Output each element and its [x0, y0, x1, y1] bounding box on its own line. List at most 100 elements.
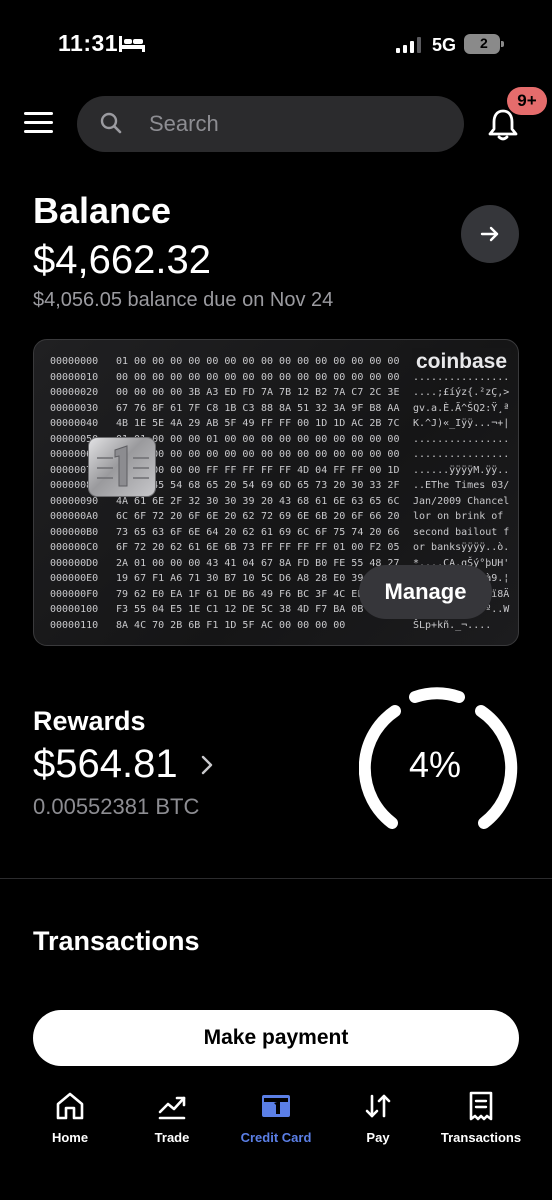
hex-bytes1: 19 67 F1 A6 71 30 B7 10: [116, 573, 255, 584]
transactions-icon: [469, 1091, 493, 1121]
hex-ascii: ................: [413, 449, 510, 460]
nav-item-home[interactable]: Home: [15, 1090, 125, 1145]
section-divider: [0, 878, 552, 879]
hex-bytes2: FF FF FF FF 01 00 F2 05: [261, 542, 400, 553]
balance-details-button[interactable]: [461, 205, 519, 263]
network-type: 5G: [432, 35, 457, 55]
hex-bytes2: FF FF 00 1D 1D AC 2B 7C: [261, 418, 400, 429]
status-time: 11:31: [58, 30, 119, 56]
hex-bytes1: 6F 72 20 62 61 6E 6B 73: [116, 542, 255, 553]
hex-bytes2: FF FF 4D 04 FF FF 00 1D: [261, 464, 400, 476]
nav-label-trade: Trade: [154, 1130, 190, 1145]
hex-bytes2: 61 69 6C 6F 75 74 20 66: [261, 526, 400, 538]
nav-item-trade[interactable]: Trade: [117, 1090, 227, 1145]
hex-bytes1: F3 55 04 E5 1E C1 12 DE: [116, 604, 255, 615]
hex-offset: 000000F0: [50, 588, 99, 600]
balance-due-text: $4,056.05 balance due on Nov 24: [33, 289, 334, 311]
hex-offset: 00000000: [50, 356, 99, 367]
hex-ascii: or banksÿÿÿÿ..ò.: [413, 542, 510, 553]
rewards-amount[interactable]: $564.81: [33, 742, 178, 787]
hex-row: 00000110 8A 4C 70 2B 6B F1 1D 5F AC 00 00 …: [50, 618, 509, 634]
hex-row: 000000C0 6F 72 20 62 61 6E 6B 73 FF FF FF …: [50, 540, 509, 556]
hex-ascii: gv.a.È.Ã^ŠQ2:Ÿ¸ª: [413, 402, 510, 414]
rewards-btc-amount: 0.00552381 BTC: [33, 794, 200, 819]
hex-bytes2: 20 43 68 61 6E 63 65 6C: [261, 495, 400, 507]
hex-row: 00000040 4B 1E 5E 4A 29 AB 5F 49 FF FF 00 …: [50, 416, 509, 432]
pay-icon: [365, 1094, 391, 1118]
hex-offset: 00000010: [50, 371, 99, 383]
hex-row: 00000020 00 00 00 00 3B A3 ED FD 7A 7B 12 …: [50, 385, 509, 401]
hex-offset: 00000040: [50, 418, 99, 429]
hex-bytes2: 69 6D 65 73 20 30 33 2F: [261, 480, 400, 491]
hex-ascii: ......ÿÿÿÿM.ÿÿ..: [413, 464, 510, 476]
hex-ascii: ................: [413, 433, 510, 445]
bottom-nav: Home Trade Credit Card Pay Transactions: [0, 1080, 552, 1200]
hex-ascii: Jan/2009 Chancel: [413, 495, 510, 507]
hex-bytes2: 00 00 00 00 00 00 00 00: [261, 433, 400, 445]
search-placeholder: Search: [149, 111, 219, 136]
hex-ascii: ŠLp+kñ._¬....: [413, 619, 492, 631]
nav-item-credit-card[interactable]: Credit Card: [221, 1090, 331, 1145]
hex-ascii: second bailout f: [413, 526, 510, 538]
hex-bytes1: 6C 6F 72 20 6F 6E 20 62: [116, 511, 255, 522]
make-payment-button[interactable]: Make payment: [33, 1010, 519, 1066]
credit-card[interactable]: 00000000 01 00 00 00 00 00 00 00 00 00 00 …: [33, 339, 519, 646]
battery-icon: 2: [464, 34, 504, 54]
search-input[interactable]: Search: [77, 96, 464, 152]
balance-amount: $4,662.32: [33, 238, 211, 282]
hex-offset: 000000E0: [50, 573, 99, 584]
chevron-right-icon[interactable]: [200, 754, 214, 776]
status-bar: 11:31 5G 2: [0, 0, 552, 90]
hex-bytes1: 73 65 63 6F 6E 64 20 62: [116, 526, 255, 538]
hex-ascii: lor on brink of: [413, 511, 510, 522]
notification-badge: 9+: [507, 87, 547, 115]
rewards-rate-gauge: 4%: [358, 686, 519, 836]
hex-bytes2: 00 00 00 00 00 00 00 00: [261, 449, 400, 460]
nav-label-pay: Pay: [366, 1130, 390, 1145]
battery-level: 2: [480, 35, 488, 51]
rewards-title: Rewards: [33, 706, 146, 736]
hex-offset: 000000C0: [50, 542, 99, 553]
hex-row: 000000A0 6C 6F 72 20 6F 6E 20 62 72 69 6E …: [50, 509, 509, 525]
home-icon: [56, 1092, 84, 1120]
nav-item-pay[interactable]: Pay: [323, 1090, 433, 1145]
hex-row: 000000B0 73 65 63 6F 6E 64 20 62 61 69 6C …: [50, 525, 509, 541]
rewards-percent: 4%: [408, 744, 462, 785]
hex-bytes2: AC 00 00 00 00: [261, 619, 346, 631]
hex-ascii: K.^J)«_Iÿÿ...¬+|: [413, 418, 510, 429]
hex-bytes1: 00 00 00 00 00 00 00 00: [116, 371, 255, 383]
hex-ascii: ....;£íýz{.²zÇ,>: [413, 387, 510, 398]
hex-offset: 000000D0: [50, 557, 99, 569]
credit-card-icon: [262, 1095, 290, 1117]
hex-bytes1: 67 76 8F 61 7F C8 1B C3: [116, 402, 255, 414]
card-chip-icon: [88, 437, 156, 497]
balance-title: Balance: [33, 190, 172, 231]
cellular-signal-icon: [396, 37, 421, 53]
hex-ascii: ..EThe Times 03/: [413, 480, 510, 491]
hex-bytes2: 72 69 6E 6B 20 6F 66 20: [261, 511, 400, 522]
hex-bytes1: 4B 1E 5E 4A 29 AB 5F 49: [116, 418, 255, 429]
menu-icon[interactable]: [24, 110, 54, 136]
hex-bytes1: 2A 01 00 00 00 43 41 04: [116, 557, 255, 569]
sleep-focus-icon: [119, 36, 145, 52]
trade-icon: [158, 1096, 186, 1120]
hex-offset: 00000030: [50, 402, 99, 414]
hex-offset: 00000110: [50, 619, 99, 631]
hex-offset: 000000B0: [50, 526, 99, 538]
nav-label-credit-card: Credit Card: [240, 1130, 312, 1145]
transactions-title: Transactions: [33, 926, 200, 956]
hex-bytes1: 01 00 00 00 00 00 00 00: [116, 356, 255, 367]
nav-item-transactions[interactable]: Transactions: [426, 1090, 536, 1145]
hex-bytes1: 8A 4C 70 2B 6B F1 1D 5F: [116, 619, 255, 631]
hex-offset: 00000020: [50, 387, 99, 398]
hex-offset: 000000A0: [50, 511, 99, 522]
manage-card-button[interactable]: Manage: [359, 565, 492, 619]
arrow-right-icon: [480, 226, 499, 242]
hex-offset: 00000100: [50, 604, 99, 615]
hex-bytes1: 00 00 00 00 3B A3 ED FD: [116, 387, 255, 398]
search-icon: [100, 112, 122, 134]
hex-bytes2: 00 00 00 00 00 00 00 00: [261, 356, 400, 367]
hex-bytes1: 79 62 E0 EA 1F 61 DE B6: [116, 588, 255, 600]
hex-bytes2: 88 8A 51 32 3A 9F B8 AA: [261, 402, 400, 414]
card-brand-logo: coinbase: [412, 348, 512, 376]
